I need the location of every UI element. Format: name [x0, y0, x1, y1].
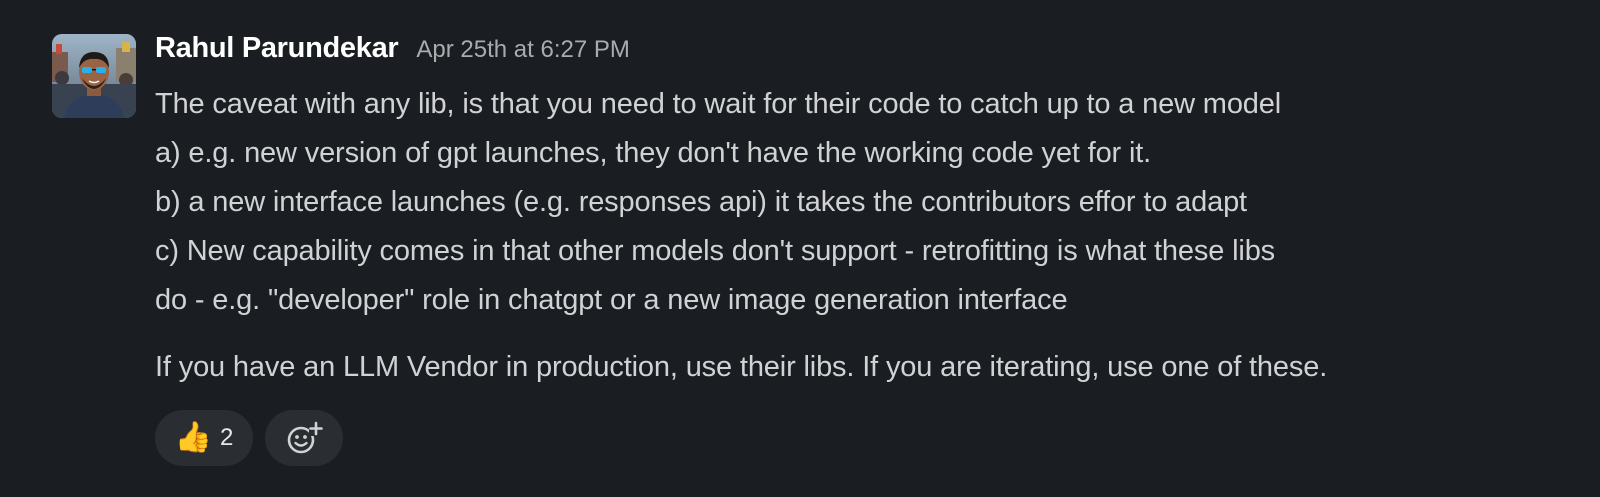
add-reaction-button[interactable] — [265, 410, 343, 466]
sender-name[interactable]: Rahul Parundekar — [155, 32, 399, 65]
message-line: do - e.g. "developer" role in chatgpt or… — [155, 284, 1068, 316]
message-body: The caveat with any lib, is that you nee… — [155, 80, 1595, 392]
add-reaction-icon — [287, 421, 323, 454]
message-header: Rahul Parundekar Apr 25th at 6:27 PM — [155, 32, 630, 72]
message-line: c) New capability comes in that other mo… — [155, 235, 1276, 267]
message-line: b) a new interface launches (e.g. respon… — [155, 186, 1247, 218]
reaction-count: 2 — [220, 424, 234, 451]
message-line: a) e.g. new version of gpt launches, the… — [155, 137, 1152, 169]
message-closing-line: If you have an LLM Vendor in production,… — [155, 351, 1328, 383]
thumbs-up-icon: 👍 — [174, 421, 212, 454]
avatar[interactable] — [52, 34, 136, 118]
user-avatar-photo — [52, 34, 136, 118]
message-item: Rahul Parundekar Apr 25th at 6:27 PM The… — [0, 0, 1600, 497]
reaction-bar: 👍 2 — [155, 410, 343, 466]
message-line: The caveat with any lib, is that you nee… — [155, 88, 1282, 120]
message-timestamp[interactable]: Apr 25th at 6:27 PM — [416, 36, 629, 64]
reaction-thumbs-up[interactable]: 👍 2 — [155, 410, 253, 466]
